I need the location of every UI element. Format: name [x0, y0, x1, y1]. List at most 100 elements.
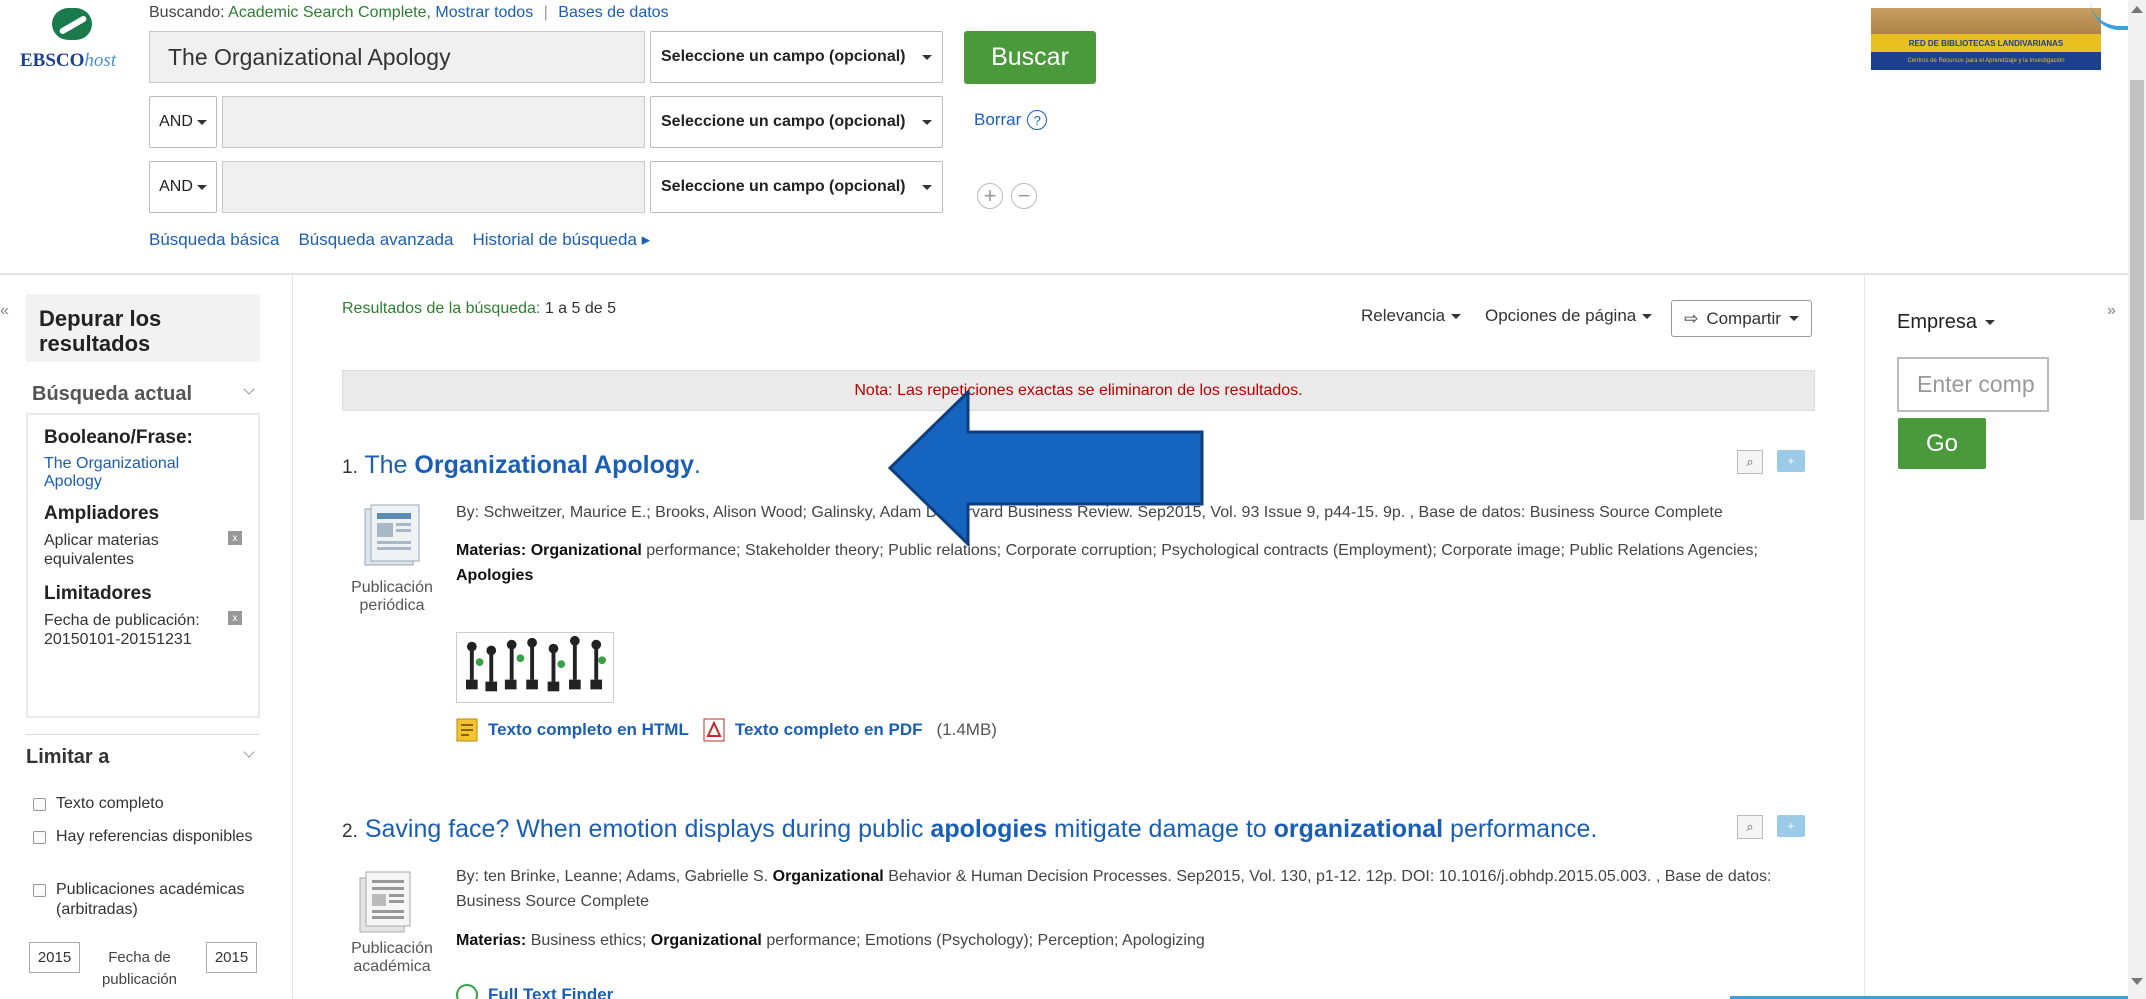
- ebsco-search-page: EBSCOhost Buscando: Academic Search Comp…: [0, 0, 2146, 999]
- library-banner[interactable]: RED DE BIBLIOTECAS LANDIVARIANAS Centros…: [1871, 8, 2101, 70]
- advanced-search-link[interactable]: Búsqueda avanzada: [298, 230, 453, 250]
- operator-select-3[interactable]: AND: [149, 161, 217, 213]
- separator: |: [543, 4, 548, 21]
- add-to-folder-icon[interactable]: +: [1777, 815, 1805, 837]
- scrollbar-thumb[interactable]: [2130, 80, 2144, 520]
- database-name: Academic Search Complete,: [228, 4, 431, 21]
- pdf-fulltext-link[interactable]: Texto completo en PDF: [703, 718, 923, 742]
- results-count: Resultados de la búsqueda: 1 a 5 de 5: [342, 300, 616, 317]
- search-button[interactable]: Buscar: [964, 31, 1096, 84]
- html-document-icon: [456, 718, 478, 742]
- boolean-heading: Booleano/Frase:: [44, 427, 193, 448]
- company-input[interactable]: Enter comp: [1897, 357, 2049, 412]
- caret-down-icon: [1451, 313, 1462, 319]
- clear-link[interactable]: Borrar?: [974, 110, 1048, 130]
- refine-results-title: Depurar los resultados: [26, 294, 260, 362]
- remove-row-icon[interactable]: −: [1011, 183, 1037, 209]
- caret-down-icon: [196, 184, 207, 190]
- searching-label: Buscando:: [149, 4, 225, 21]
- periodical-icon: [364, 504, 420, 566]
- peer-reviewed-checkbox[interactable]: Publicaciones académicas (arbitradas): [33, 880, 273, 920]
- search-input-2[interactable]: [222, 96, 645, 148]
- banner-title: RED DE BIBLIOTECAS LANDIVARIANAS: [1871, 34, 2101, 52]
- chevron-down-icon[interactable]: [243, 383, 255, 395]
- scroll-up-icon[interactable]: [2131, 6, 2143, 13]
- page-options-dropdown[interactable]: Opciones de página: [1485, 306, 1653, 326]
- boolean-query-link[interactable]: The Organizational Apology: [44, 455, 204, 491]
- add-row-icon[interactable]: +: [977, 183, 1003, 209]
- current-search-heading[interactable]: Búsqueda actual: [32, 383, 192, 406]
- pdf-size: (1.4MB): [936, 720, 997, 739]
- result-1-type: Publicación periódica: [351, 579, 433, 614]
- date-label: Fecha de publicación: [101, 949, 178, 988]
- banner-subtitle: Centros de Recursos para el Aprendizaje …: [1871, 52, 2101, 70]
- search-nav: Búsqueda básica Búsqueda avanzada Histor…: [149, 230, 650, 250]
- field-select-2[interactable]: Seleccione un campo (opcional): [650, 96, 943, 148]
- show-all-link[interactable]: Mostrar todos: [435, 4, 533, 21]
- collapse-left-button[interactable]: «: [0, 302, 9, 320]
- share-icon: ⇨: [1684, 308, 1699, 328]
- chevron-down-icon[interactable]: [243, 746, 255, 758]
- basic-search-link[interactable]: Búsqueda básica: [149, 230, 279, 250]
- caret-down-icon: [1788, 316, 1799, 321]
- remove-limiter-icon[interactable]: x: [228, 611, 242, 625]
- operator-select-2[interactable]: AND: [149, 96, 217, 148]
- left-arrow-annotation: [888, 390, 1204, 546]
- field-select-1[interactable]: Seleccione un campo (opcional): [650, 31, 943, 83]
- share-button[interactable]: ⇨ Compartir: [1671, 300, 1812, 337]
- searching-in: Buscando: Academic Search Complete, Most…: [149, 4, 669, 22]
- result-1-tools: ⌕ +: [1737, 450, 1805, 474]
- html-fulltext-link[interactable]: Texto completo en HTML: [456, 718, 689, 742]
- result-1-fulltext-links: Texto completo en HTML Texto completo en…: [456, 718, 997, 742]
- collapse-right-button[interactable]: »: [2107, 302, 2116, 320]
- current-search-box: Booleano/Frase: The Organizational Apolo…: [26, 413, 260, 718]
- databases-link[interactable]: Bases de datos: [558, 4, 668, 21]
- ebsco-logo-text[interactable]: EBSCOhost: [20, 50, 116, 72]
- ebsco-logo-icon[interactable]: [52, 8, 92, 40]
- search-input-1[interactable]: The Organizational Apology: [149, 31, 645, 83]
- header-divider: [0, 273, 2128, 275]
- checkbox-icon[interactable]: [33, 884, 46, 897]
- limiter-item: Fecha de publicación: 20150101-20151231: [44, 612, 200, 648]
- caret-down-icon: [1985, 320, 1996, 325]
- company-dropdown[interactable]: Empresa: [1897, 311, 1996, 334]
- sort-dropdown[interactable]: Relevancia: [1361, 306, 1462, 326]
- expander-item: Aplicar materias equivalentes: [44, 532, 159, 568]
- references-checkbox[interactable]: Hay referencias disponibles: [33, 827, 253, 847]
- search-input-3[interactable]: [222, 161, 645, 213]
- go-button[interactable]: Go: [1898, 418, 1986, 469]
- fulltext-checkbox[interactable]: Texto completo: [33, 794, 253, 814]
- caret-down-icon: [922, 184, 932, 190]
- scroll-down-icon[interactable]: [2131, 978, 2143, 985]
- year-to-input[interactable]: 2015: [206, 942, 257, 973]
- help-icon[interactable]: ?: [1027, 110, 1048, 130]
- checkbox-icon[interactable]: [33, 831, 46, 844]
- caret-down-icon: [196, 119, 207, 125]
- result-1-thumbnail[interactable]: [456, 632, 614, 703]
- field-select-3[interactable]: Seleccione un campo (opcional): [650, 161, 943, 213]
- result-1-title[interactable]: 1. The Organizational Apology.: [342, 451, 701, 480]
- expanders-heading: Ampliadores: [44, 503, 160, 524]
- preview-icon[interactable]: ⌕: [1737, 450, 1763, 474]
- search-history-link[interactable]: Historial de búsqueda ▸: [472, 230, 650, 250]
- result-2-subjects: Materias: Business ethics; Organizationa…: [456, 932, 1205, 949]
- result-2-tools: ⌕ +: [1737, 815, 1805, 839]
- year-from-input[interactable]: 2015: [29, 942, 80, 973]
- left-divider: [292, 275, 293, 999]
- academic-journal-icon: [359, 871, 411, 933]
- preview-icon[interactable]: ⌕: [1737, 815, 1763, 839]
- finder-icon: [456, 984, 478, 999]
- right-divider: [1864, 275, 1865, 999]
- divider: [26, 734, 260, 735]
- checkbox-icon[interactable]: [33, 798, 46, 811]
- caret-down-icon: [1642, 313, 1653, 319]
- full-text-finder-link[interactable]: Full Text Finder: [456, 984, 613, 999]
- result-2-type: Publicación académica: [351, 940, 433, 975]
- limit-to-heading[interactable]: Limitar a: [26, 746, 109, 769]
- add-to-folder-icon[interactable]: +: [1777, 450, 1805, 472]
- pdf-icon: [703, 718, 725, 742]
- result-2-byline: By: ten Brinke, Leanne; Adams, Gabrielle…: [456, 868, 1772, 910]
- result-2-title[interactable]: 2. Saving face? When emotion displays du…: [342, 815, 1597, 844]
- caret-down-icon: [922, 119, 932, 125]
- remove-expander-icon[interactable]: x: [228, 531, 242, 545]
